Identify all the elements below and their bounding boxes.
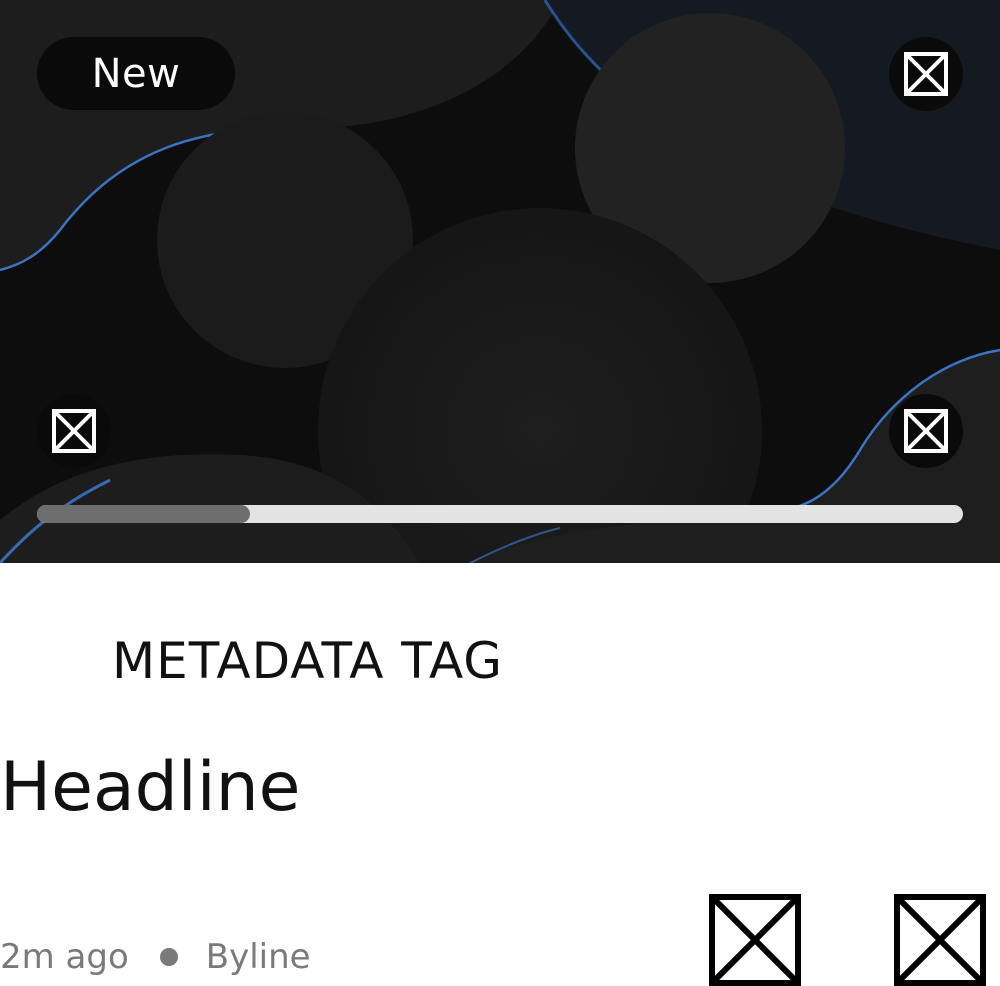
- broken-image-icon: [52, 409, 96, 453]
- bottom-left-action-button[interactable]: [37, 394, 111, 468]
- progress-bar[interactable]: [37, 505, 963, 523]
- new-badge: New: [37, 37, 235, 110]
- broken-image-icon: [904, 409, 948, 453]
- hero-media[interactable]: New: [0, 0, 1000, 563]
- timestamp: 2m ago: [0, 937, 129, 977]
- byline-row: 2m ago Byline: [0, 932, 311, 982]
- action-button-2[interactable]: [894, 894, 986, 986]
- broken-image-icon: [709, 894, 801, 986]
- broken-image-icon: [904, 52, 948, 96]
- separator-dot: [159, 948, 178, 966]
- progress-bar-fill: [37, 505, 250, 523]
- broken-image-icon: [894, 894, 986, 986]
- metadata-tag: METADATA TAG: [112, 632, 504, 690]
- headline[interactable]: Headline: [0, 748, 301, 827]
- action-button-1[interactable]: [709, 894, 801, 986]
- byline: Byline: [205, 937, 311, 977]
- new-badge-label: New: [91, 50, 181, 97]
- top-right-action-button[interactable]: [889, 37, 963, 111]
- bottom-right-action-button[interactable]: [889, 394, 963, 468]
